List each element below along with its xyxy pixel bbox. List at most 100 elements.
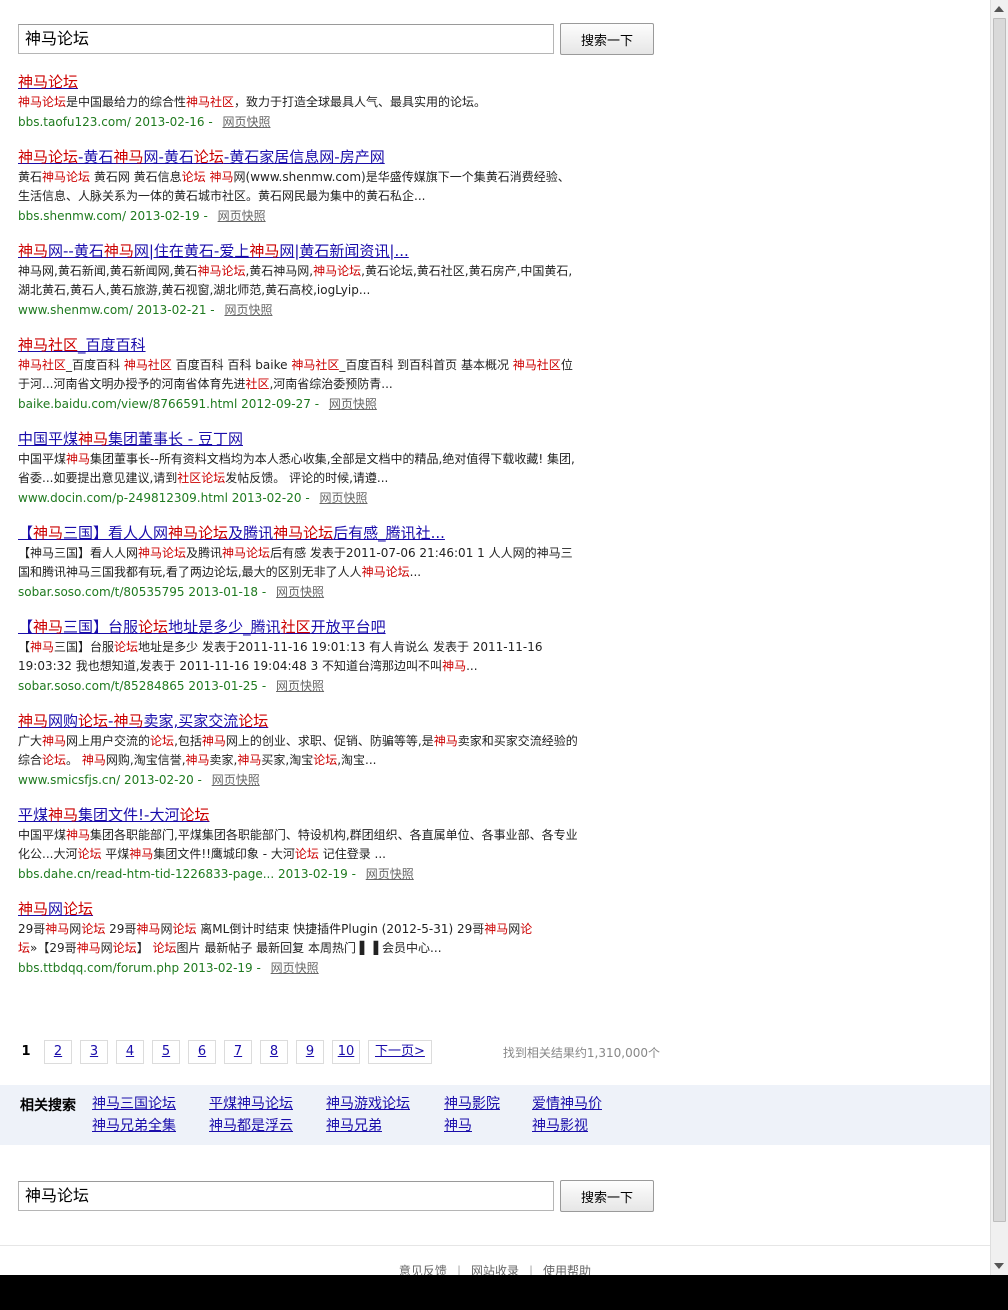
result-snippet: 中国平煤神马集团董事长--所有资料文档均为本人悉心收集,全部是文档中的精品,绝对…	[18, 452, 575, 485]
related-searches: 相关搜索 神马三国论坛 平煤神马论坛 神马游戏论坛 神马影院 爱情神马价 神马兄弟全集 神马…	[0, 1085, 990, 1145]
related-search-link[interactable]: 爱情神马价	[532, 1094, 632, 1114]
result-url: sobar.soso.com/t/80535795	[18, 585, 185, 599]
snapshot-link[interactable]: 网页快照	[276, 585, 324, 599]
result-title-link[interactable]: 【神马三国】看人人网神马论坛及腾讯神马论坛后有感_腾讯社...	[18, 523, 445, 543]
result-url: www.shenmw.com/	[18, 303, 133, 317]
related-search-link[interactable]: 神马三国论坛	[92, 1094, 209, 1114]
result-date: 2013-02-19	[182, 961, 253, 975]
result-url: bbs.shenmw.com/	[18, 209, 127, 223]
result-title-link[interactable]: 神马论坛-黄石神马网-黄石论坛-黄石家居信息网-房产网	[18, 147, 385, 167]
result-meta: bbs.taofu123.com/ 2013-02-16 - 网页快照	[18, 115, 271, 129]
snapshot-link[interactable]: 网页快照	[212, 773, 260, 787]
result-title-link[interactable]: 神马网购论坛-神马卖家,买家交流论坛	[18, 711, 268, 731]
snapshot-link[interactable]: 网页快照	[224, 303, 272, 317]
search-input[interactable]	[18, 24, 554, 54]
result-date: 2013-01-25	[188, 679, 259, 693]
snapshot-link[interactable]: 网页快照	[222, 115, 270, 129]
search-button[interactable]: 搜索一下	[560, 23, 654, 55]
result-title-link[interactable]: 神马网论坛	[18, 899, 93, 919]
related-search-link[interactable]: 神马	[444, 1116, 532, 1136]
related-grid: 神马三国论坛 平煤神马论坛 神马游戏论坛 神马影院 爱情神马价 神马兄弟全集 神马都是浮云神…	[92, 1094, 632, 1136]
result-meta: www.shenmw.com/ 2013-02-21 - 网页快照	[18, 303, 273, 317]
related-search-link[interactable]: 神马兄弟	[326, 1116, 444, 1136]
related-search-link[interactable]: 神马都是浮云	[209, 1116, 326, 1136]
page-link[interactable]: 2	[44, 1040, 72, 1064]
related-label: 相关搜索	[20, 1098, 76, 1114]
search-result: 神马论坛-黄石神马网-黄石论坛-黄石家居信息网-房产网黄石神马论坛 黄石网 黄石…	[18, 147, 578, 226]
page-link[interactable]: 8	[260, 1040, 288, 1064]
result-meta: bbs.dahe.cn/read-htm-tid-1226833-page...…	[18, 867, 414, 881]
result-snippet: 【神马三国】看人人网神马论坛及腾讯神马论坛后有感 发表于2011-07-06 2…	[18, 546, 573, 579]
result-title-link[interactable]: 神马网--黄石神马网|住在黄石-爱上神马网|黄石新闻资讯|...	[18, 241, 409, 261]
search-result: 神马网论坛 29哥神马网论坛 29哥神马网论坛 离ML倒计时结束 快捷插件Plug…	[18, 899, 578, 978]
page-link[interactable]: 7	[224, 1040, 252, 1064]
result-date: 2013-02-19	[278, 867, 348, 881]
vertical-scrollbar[interactable]	[990, 0, 1008, 1275]
result-title-link[interactable]: 神马论坛	[18, 72, 78, 92]
result-date: 2013-02-16	[134, 115, 205, 129]
next-page-link[interactable]: 下一页>	[368, 1040, 432, 1064]
result-url: bbs.dahe.cn/read-htm-tid-1226833-page...	[18, 867, 275, 881]
result-meta: bbs.ttbdqq.com/forum.php 2013-02-19 - 网页…	[18, 961, 319, 975]
result-snippet: 中国平煤神马集团各职能部门,平煤集团各职能部门、特设机构,群团组织、各直属单位、…	[18, 828, 578, 861]
snapshot-link[interactable]: 网页快照	[276, 679, 324, 693]
result-meta: sobar.soso.com/t/85284865 2013-01-25 - 网…	[18, 679, 325, 693]
snapshot-link[interactable]: 网页快照	[271, 961, 319, 975]
result-url: www.docin.com/p-249812309.html	[18, 491, 228, 505]
search-result: 平煤神马集团文件!-大河论坛中国平煤神马集团各职能部门,平煤集团各职能部门、特设…	[18, 805, 578, 884]
bottom-search-bar: 搜索一下	[18, 1180, 654, 1212]
result-snippet: 29哥神马网论坛 29哥神马网论坛 离ML倒计时结束 快捷插件Plugin (2…	[18, 922, 533, 955]
search-result: 【神马三国】看人人网神马论坛及腾讯神马论坛后有感_腾讯社... 【神马三国】看人人…	[18, 523, 578, 602]
result-title-link[interactable]: 【神马三国】台服论坛地址是多少_腾讯社区开放平台吧	[18, 617, 386, 637]
result-snippet: 神马论坛是中国最给力的综合性神马社区，致力于打造全球最具人气、最具实用的论坛。	[18, 95, 487, 109]
result-url: bbs.ttbdqq.com/forum.php	[18, 961, 180, 975]
pagination: 1 2 3 4 5 6 7 8 9 10 下一页> 找到相关结果约1,310,000个	[18, 1040, 660, 1064]
result-meta: bbs.shenmw.com/ 2013-02-19 - 网页快照	[18, 209, 266, 223]
result-count: 找到相关结果约1,310,000个	[502, 1046, 660, 1060]
scroll-thumb[interactable]	[993, 18, 1006, 1222]
related-search-link[interactable]: 神马兄弟全集	[92, 1116, 209, 1136]
result-meta: sobar.soso.com/t/80535795 2013-01-18 - 网…	[18, 585, 325, 599]
result-snippet: 黄石神马论坛 黄石网 黄石信息论坛 神马网(www.shenmw.com)是华盛…	[18, 170, 570, 203]
search-button-bottom[interactable]: 搜索一下	[560, 1180, 654, 1212]
snapshot-link[interactable]: 网页快照	[320, 491, 368, 505]
result-snippet: 广大神马网上用户交流的论坛,包括神马网上的创业、求职、促销、防骗等等,是神马卖家…	[18, 734, 578, 767]
snapshot-link[interactable]: 网页快照	[329, 397, 377, 411]
result-url: sobar.soso.com/t/85284865	[18, 679, 185, 693]
result-date: 2013-01-18	[188, 585, 259, 599]
result-date: 2013-02-19	[129, 209, 200, 223]
result-title-link[interactable]: 神马社区_百度百科	[18, 335, 146, 355]
taskbar	[0, 1275, 1008, 1310]
search-result: 神马网--黄石神马网|住在黄石-爱上神马网|黄石新闻资讯|... 神马网,黄石新闻…	[18, 241, 578, 320]
result-snippet: 神马网,黄石新闻,黄石新闻网,黄石神马论坛,黄石神马网,神马论坛,黄石论坛,黄石…	[18, 264, 573, 297]
result-snippet: 神马社区_百度百科 神马社区 百度百科 百科 baike 神马社区_百度百科 到…	[18, 358, 573, 391]
search-result: 神马网购论坛-神马卖家,买家交流论坛广大神马网上用户交流的论坛,包括神马网上的创…	[18, 711, 578, 790]
page-link[interactable]: 3	[80, 1040, 108, 1064]
current-page: 1	[21, 1044, 31, 1059]
page-link[interactable]: 5	[152, 1040, 180, 1064]
result-url: bbs.taofu123.com/	[18, 115, 131, 129]
result-snippet: 【神马三国】台服论坛地址是多少 发表于2011-11-16 19:01:13 有…	[18, 640, 543, 673]
scroll-up-icon[interactable]	[994, 6, 1004, 12]
page-link[interactable]: 10	[332, 1040, 360, 1064]
scroll-down-icon[interactable]	[994, 1263, 1004, 1269]
search-result: 神马社区_百度百科神马社区_百度百科 神马社区 百度百科 百科 baike 神马…	[18, 335, 578, 414]
snapshot-link[interactable]: 网页快照	[366, 867, 414, 881]
related-search-link[interactable]: 神马游戏论坛	[326, 1094, 444, 1114]
result-meta: www.smicsfjs.cn/ 2013-02-20 - 网页快照	[18, 773, 260, 787]
search-input-bottom[interactable]	[18, 1181, 554, 1211]
related-search-link[interactable]: 神马影视	[532, 1116, 632, 1136]
related-search-link[interactable]: 神马影院	[444, 1094, 532, 1114]
page-link[interactable]: 9	[296, 1040, 324, 1064]
page-link[interactable]: 6	[188, 1040, 216, 1064]
related-search-link[interactable]: 平煤神马论坛	[209, 1094, 326, 1114]
top-search-bar: 搜索一下	[18, 23, 654, 55]
result-title-link[interactable]: 中国平煤神马集团董事长 - 豆丁网	[18, 429, 243, 449]
result-title-link[interactable]: 平煤神马集团文件!-大河论坛	[18, 805, 209, 825]
snapshot-link[interactable]: 网页快照	[218, 209, 266, 223]
footer-divider	[0, 1245, 990, 1246]
page-link[interactable]: 4	[116, 1040, 144, 1064]
result-meta: www.docin.com/p-249812309.html 2013-02-2…	[18, 491, 368, 505]
result-date: 2012-09-27	[241, 397, 311, 411]
results-list: 神马论坛神马论坛是中国最给力的综合性神马社区，致力于打造全球最具人气、最具实用的…	[18, 72, 578, 993]
